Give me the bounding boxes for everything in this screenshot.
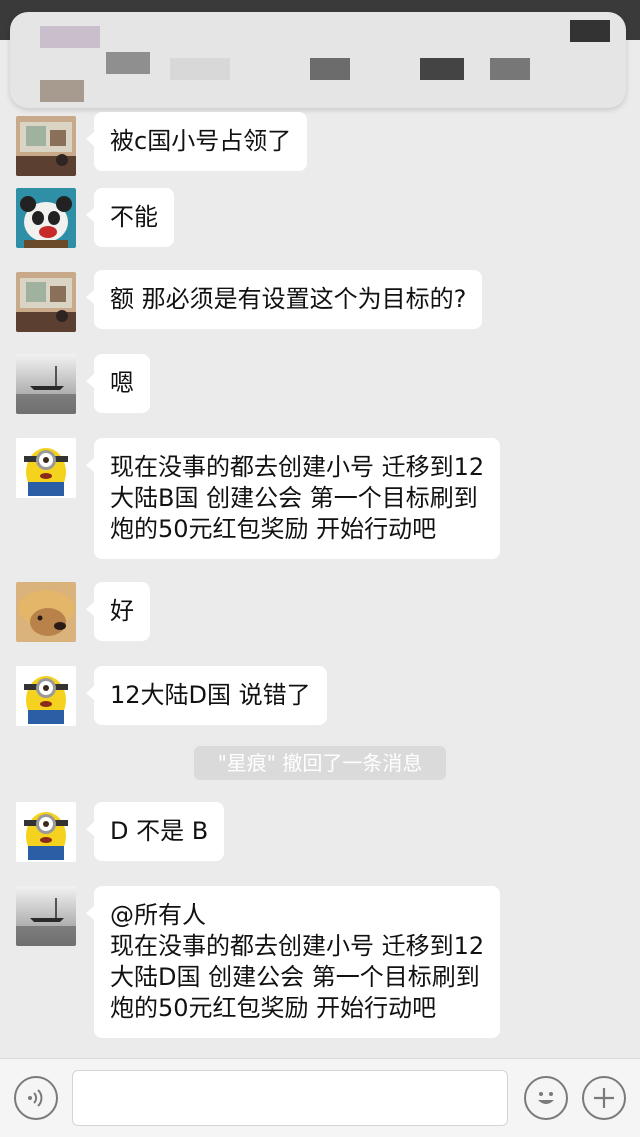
message-text: 好 <box>110 597 134 625</box>
message-text: 被c国小号占领了 <box>110 127 292 155</box>
message-text: 嗯 <box>110 369 134 397</box>
message-bubble[interactable]: 嗯 <box>86 354 150 413</box>
chat-input-bar <box>0 1058 640 1137</box>
message-bubble[interactable]: 12大陆D国 说错了 <box>86 666 327 725</box>
message-text-line: 炮的50元红包奖励 开始行动吧 <box>110 994 437 1022</box>
message-text: D 不是 B <box>110 817 209 845</box>
painting-avatar[interactable] <box>16 272 76 332</box>
message-text: 12大陆D国 说错了 <box>110 681 311 709</box>
message-bubble[interactable]: 现在没事的都去创建小号 迁移到12 大陆B国 创建公会 第一个目标刷到 炮的50… <box>85 438 501 559</box>
minion-avatar[interactable] <box>16 438 76 498</box>
message-bubble[interactable]: 好 <box>86 582 150 641</box>
dog-avatar[interactable] <box>16 582 76 642</box>
message-bubble[interactable]: D 不是 B <box>85 802 225 861</box>
chat-message-list[interactable]: 被c国小号占领了 不能 额 那必须是有设置这个为目标的? 嗯 现在没事的都去创建… <box>0 112 640 1058</box>
message-text-line: 炮的50元红包奖励 开始行动吧 <box>110 515 437 543</box>
painting-avatar[interactable] <box>16 116 76 176</box>
message-input[interactable] <box>72 1070 508 1126</box>
message-text-line: 现在没事的都去创建小号 迁移到12 <box>110 932 485 960</box>
message-text-line: @所有人 <box>110 901 206 929</box>
emoji-icon <box>538 1092 554 1104</box>
voice-input-button[interactable] <box>14 1076 58 1120</box>
plus-icon <box>594 1088 614 1108</box>
message-text-line: 现在没事的都去创建小号 迁移到12 <box>110 453 485 481</box>
boat-avatar[interactable] <box>16 886 76 946</box>
blurred-notification-banner[interactable] <box>10 12 626 108</box>
voice-icon <box>28 1089 43 1107</box>
message-text-line: 大陆B国 创建公会 第一个目标刷到 <box>110 484 478 512</box>
more-button[interactable] <box>582 1076 626 1120</box>
message-bubble[interactable]: @所有人 现在没事的都去创建小号 迁移到12 大陆D国 创建公会 第一个目标刷到… <box>85 886 501 1038</box>
message-bubble[interactable]: 被c国小号占领了 <box>85 112 308 171</box>
minion-avatar[interactable] <box>16 802 76 862</box>
message-bubble[interactable]: 额 那必须是有设置这个为目标的? <box>85 270 483 329</box>
panda-avatar[interactable] <box>16 188 76 248</box>
message-text-line: 大陆D国 创建公会 第一个目标刷到 <box>110 963 480 991</box>
message-text: 额 那必须是有设置这个为目标的? <box>110 285 467 313</box>
recall-notice: "星痕" 撤回了一条消息 <box>194 746 446 780</box>
emoji-button[interactable] <box>524 1076 568 1120</box>
message-bubble[interactable]: 不能 <box>86 188 174 247</box>
message-text: 不能 <box>110 203 158 231</box>
boat-avatar[interactable] <box>16 354 76 414</box>
minion-avatar[interactable] <box>16 666 76 726</box>
